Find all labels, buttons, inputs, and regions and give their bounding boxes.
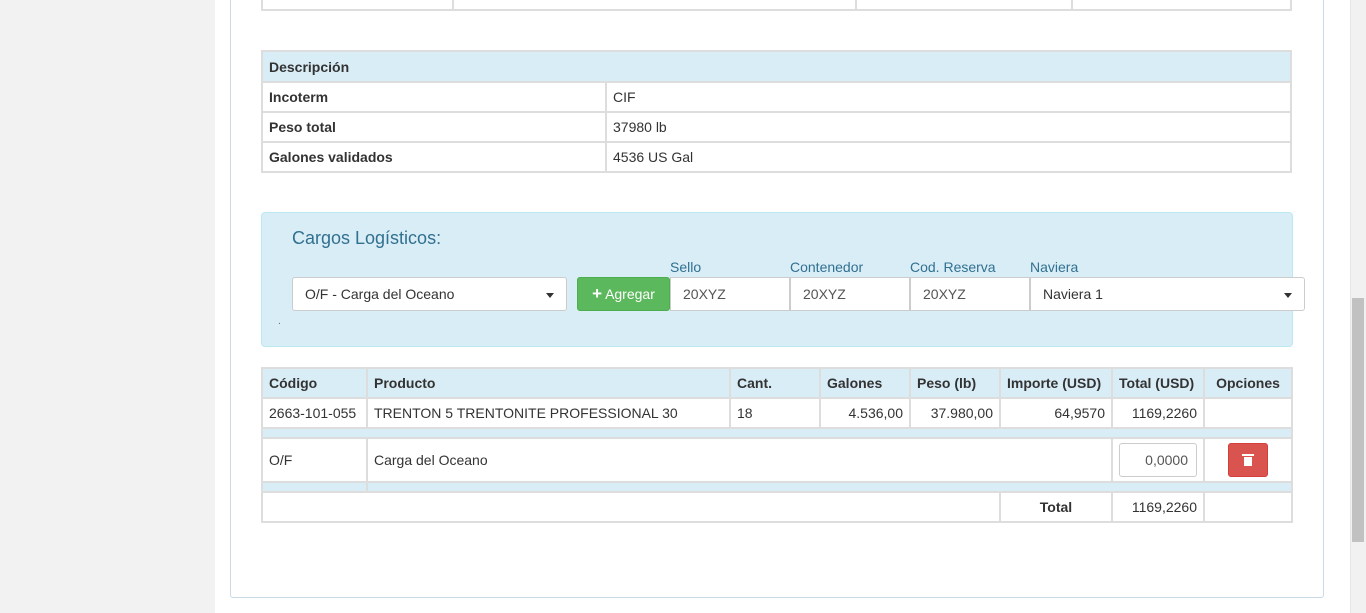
vertical-scrollbar[interactable] <box>1350 0 1366 613</box>
charge-descripcion: Carga del Oceano <box>366 437 1113 483</box>
galones-validados-value: 4536 US Gal <box>605 141 1292 173</box>
header-opciones: Opciones <box>1203 367 1293 399</box>
chevron-down-icon <box>546 293 554 298</box>
peso-total-value: 37980 lb <box>605 111 1292 143</box>
left-gutter <box>0 0 215 613</box>
header-importe: Importe (USD) <box>999 367 1113 399</box>
description-table: Descripción Incoterm CIF Peso total 3798… <box>261 50 1292 173</box>
product-opciones <box>1203 397 1293 429</box>
dot-text: . <box>278 316 281 327</box>
table-header-row: Código Producto Cant. Galones Peso (lb) … <box>261 367 1293 399</box>
sello-input[interactable]: 20XYZ <box>670 277 790 311</box>
header-peso: Peso (lb) <box>909 367 1001 399</box>
table-row: Incoterm CIF <box>261 81 1292 113</box>
cargos-title: Cargos Logísticos: <box>292 228 442 248</box>
product-cant: 18 <box>729 397 821 429</box>
product-producto: TRENTON 5 TRENTONITE PROFESSIONAL 30 <box>366 397 731 429</box>
charge-row: O/F Carga del Oceano 0,0000 <box>261 437 1293 483</box>
naviera-label: Naviera <box>1030 259 1079 275</box>
header-total: Total (USD) <box>1111 367 1205 399</box>
product-total: 1169,2260 <box>1111 397 1205 429</box>
scrollbar-thumb[interactable] <box>1352 298 1364 542</box>
galones-validados-label: Galones validados <box>261 141 607 173</box>
table-row: 2663-101-055 TRENTON 5 TRENTONITE PROFES… <box>261 397 1293 429</box>
total-row: Total 1169,2260 <box>261 491 1293 523</box>
naviera-value: Naviera 1 <box>1043 286 1103 302</box>
add-button-label: Agregar <box>605 286 655 302</box>
contenedor-label: Contenedor <box>790 259 864 275</box>
separator-row <box>261 427 1293 439</box>
total-value: 1169,2260 <box>1111 491 1205 523</box>
charge-amount-input[interactable]: 0,0000 <box>1119 443 1197 477</box>
naviera-select[interactable]: Naviera 1 <box>1030 277 1305 311</box>
delete-charge-button[interactable] <box>1228 443 1268 477</box>
chevron-down-icon <box>1284 293 1292 298</box>
table-row: Galones validados 4536 US Gal <box>261 141 1292 173</box>
charge-type-select[interactable]: O/F - Carga del Oceano <box>292 277 567 311</box>
separator-row <box>261 481 1293 493</box>
plus-icon: + <box>592 284 603 303</box>
sello-label: Sello <box>670 259 702 275</box>
description-header: Descripción <box>261 50 1292 83</box>
charge-codigo: O/F <box>261 437 368 483</box>
peso-total-label: Peso total <box>261 111 607 143</box>
product-peso: 37.980,00 <box>909 397 1001 429</box>
cod-reserva-label: Cod. Reserva <box>910 259 996 275</box>
add-charge-button[interactable]: + Agregar <box>577 277 670 311</box>
incoterm-value: CIF <box>605 81 1292 113</box>
total-label: Total <box>999 491 1113 523</box>
trash-icon <box>1242 454 1254 466</box>
cod-reserva-input[interactable]: 20XYZ <box>910 277 1030 311</box>
previous-table-bottom <box>261 0 1292 11</box>
product-codigo: 2663-101-055 <box>261 397 368 429</box>
header-codigo: Código <box>261 367 368 399</box>
table-row: Peso total 37980 lb <box>261 111 1292 143</box>
incoterm-label: Incoterm <box>261 81 607 113</box>
product-importe: 64,9570 <box>999 397 1113 429</box>
product-galones: 4.536,00 <box>819 397 911 429</box>
contenedor-input[interactable]: 20XYZ <box>790 277 910 311</box>
header-galones: Galones <box>819 367 911 399</box>
products-table: Código Producto Cant. Galones Peso (lb) … <box>261 367 1293 523</box>
header-producto: Producto <box>366 367 731 399</box>
charge-type-value: O/F - Carga del Oceano <box>305 286 455 302</box>
header-cant: Cant. <box>729 367 821 399</box>
